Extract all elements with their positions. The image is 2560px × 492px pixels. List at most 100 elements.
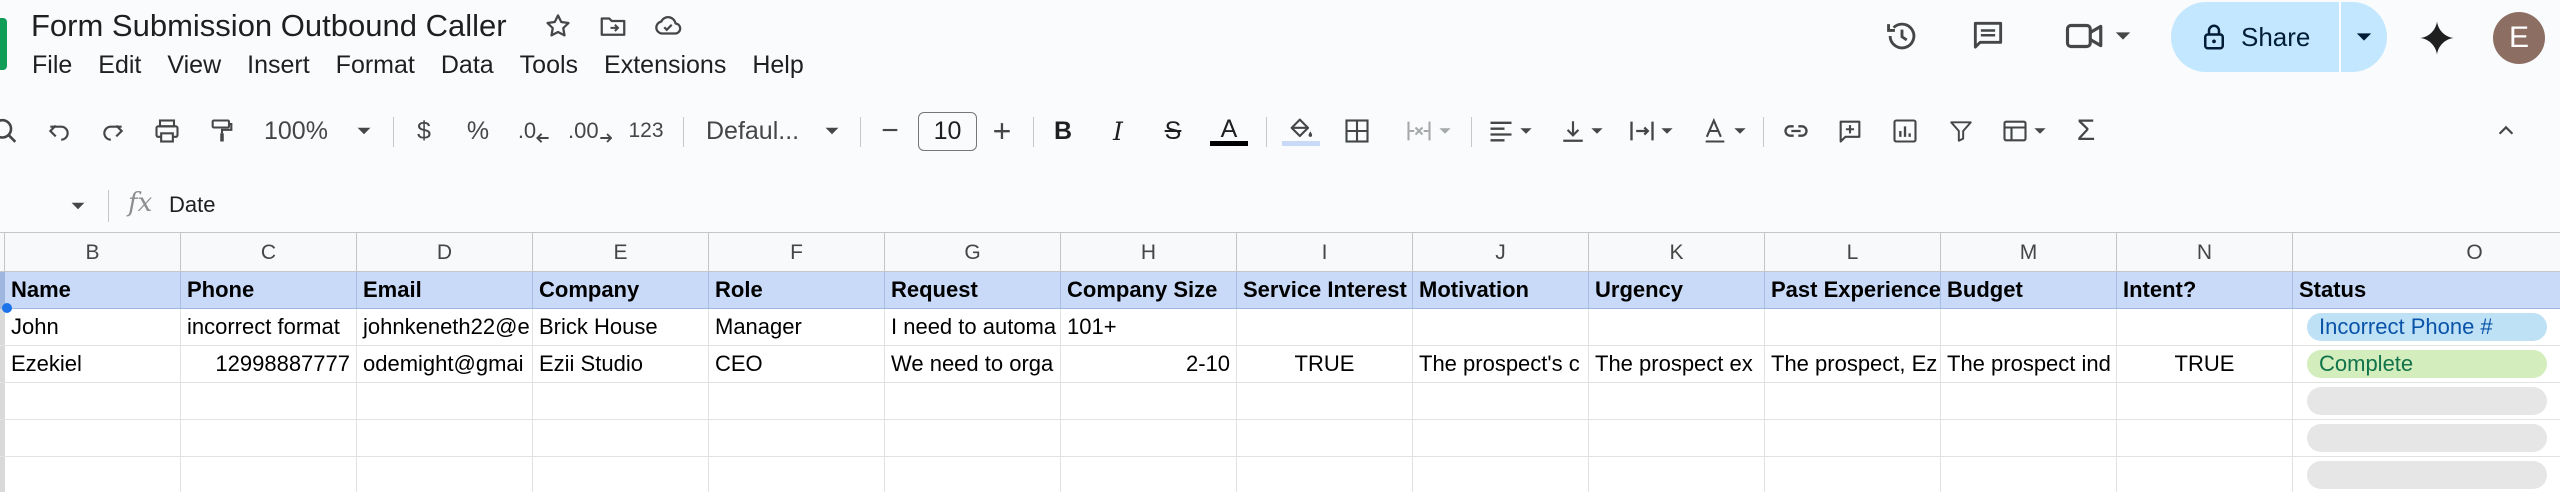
cell-urgency[interactable] bbox=[1589, 309, 1765, 345]
cell-urgency[interactable]: The prospect ex bbox=[1589, 346, 1765, 382]
text-rotation-button[interactable] bbox=[1695, 103, 1753, 159]
redo-icon[interactable] bbox=[93, 103, 133, 159]
empty-cell[interactable] bbox=[533, 457, 709, 492]
empty-cell[interactable] bbox=[1589, 457, 1765, 492]
header-cell-email[interactable]: Email bbox=[357, 272, 533, 308]
cell-phone[interactable]: incorrect format bbox=[181, 309, 357, 345]
menu-extensions[interactable]: Extensions bbox=[604, 48, 739, 82]
empty-cell[interactable] bbox=[1413, 457, 1589, 492]
text-wrapping-button[interactable] bbox=[1622, 103, 1680, 159]
column-header-n[interactable]: N bbox=[2117, 233, 2293, 272]
column-header-d[interactable]: D bbox=[357, 233, 533, 272]
header-cell-phone[interactable]: Phone bbox=[181, 272, 357, 308]
decrease-font-size-button[interactable]: − bbox=[872, 103, 908, 159]
header-cell-intent[interactable]: Intent? bbox=[2117, 272, 2293, 308]
column-header-f[interactable]: F bbox=[709, 233, 885, 272]
column-header-b[interactable]: B bbox=[5, 233, 181, 272]
selection-handle[interactable] bbox=[2, 303, 12, 313]
header-cell-past-experience[interactable]: Past Experience bbox=[1765, 272, 1941, 308]
column-header-o[interactable]: O bbox=[2293, 233, 2560, 272]
empty-cell[interactable] bbox=[1413, 383, 1589, 419]
cell-name[interactable]: Ezekiel bbox=[5, 346, 181, 382]
header-cell-motivation[interactable]: Motivation bbox=[1413, 272, 1589, 308]
status-chip-empty[interactable] bbox=[2307, 461, 2547, 489]
gemini-icon[interactable] bbox=[2415, 16, 2459, 60]
menu-view[interactable]: View bbox=[167, 48, 234, 82]
borders-icon[interactable] bbox=[1337, 103, 1377, 159]
horizontal-align-button[interactable] bbox=[1480, 103, 1540, 159]
column-header-h[interactable]: H bbox=[1061, 233, 1237, 272]
empty-cell[interactable] bbox=[1589, 420, 1765, 456]
cloud-saved-icon[interactable] bbox=[651, 9, 685, 43]
merge-cells-button[interactable] bbox=[1395, 103, 1461, 159]
empty-cell[interactable] bbox=[1061, 420, 1237, 456]
empty-cell[interactable] bbox=[1237, 383, 1413, 419]
empty-cell[interactable] bbox=[709, 457, 885, 492]
cell-email[interactable]: johnkeneth22@e bbox=[357, 309, 533, 345]
strikethrough-button[interactable]: S bbox=[1154, 103, 1192, 159]
cell-status[interactable]: Complete bbox=[2293, 346, 2560, 382]
empty-cell[interactable] bbox=[2117, 420, 2293, 456]
cell-role[interactable]: CEO bbox=[709, 346, 885, 382]
undo-icon[interactable] bbox=[39, 103, 79, 159]
more-formats-button[interactable]: 123 bbox=[624, 103, 668, 159]
empty-cell[interactable] bbox=[181, 383, 357, 419]
cell-company-size[interactable]: 101+ bbox=[1061, 309, 1237, 345]
percent-format-button[interactable]: % bbox=[458, 103, 498, 159]
filter-icon[interactable] bbox=[1941, 103, 1981, 159]
cell-motivation[interactable]: The prospect's c bbox=[1413, 346, 1589, 382]
increase-decimal-button[interactable]: .00 bbox=[568, 103, 612, 159]
font-size-input[interactable]: 10 bbox=[918, 112, 977, 151]
functions-button[interactable]: Σ bbox=[2066, 103, 2106, 159]
bold-button[interactable]: B bbox=[1044, 103, 1082, 159]
header-cell-budget[interactable]: Budget bbox=[1941, 272, 2117, 308]
menu-data[interactable]: Data bbox=[441, 48, 507, 82]
menu-help[interactable]: Help bbox=[752, 48, 816, 82]
paint-format-icon[interactable] bbox=[202, 103, 242, 159]
cell-budget[interactable]: The prospect ind bbox=[1941, 346, 2117, 382]
empty-cell[interactable] bbox=[357, 383, 533, 419]
share-dropdown[interactable] bbox=[2341, 2, 2387, 72]
search-menus-icon[interactable] bbox=[0, 103, 22, 159]
cell-past-experience[interactable] bbox=[1765, 309, 1941, 345]
cell-service-interest[interactable]: TRUE bbox=[1237, 346, 1413, 382]
column-header-k[interactable]: K bbox=[1589, 233, 1765, 272]
column-header-i[interactable]: I bbox=[1237, 233, 1413, 272]
empty-cell[interactable] bbox=[1237, 457, 1413, 492]
cell-past-experience[interactable]: The prospect, Ez bbox=[1765, 346, 1941, 382]
status-chip[interactable]: Incorrect Phone # bbox=[2307, 313, 2547, 341]
insert-comment-icon[interactable] bbox=[1830, 103, 1870, 159]
cell-motivation[interactable] bbox=[1413, 309, 1589, 345]
menu-file[interactable]: File bbox=[32, 48, 85, 82]
empty-cell[interactable] bbox=[709, 383, 885, 419]
empty-cell[interactable] bbox=[1765, 457, 1941, 492]
menu-edit[interactable]: Edit bbox=[98, 48, 154, 82]
empty-cell[interactable] bbox=[533, 383, 709, 419]
empty-cell[interactable] bbox=[181, 420, 357, 456]
empty-cell[interactable] bbox=[1061, 383, 1237, 419]
cell-company[interactable]: Brick House bbox=[533, 309, 709, 345]
header-cell-request[interactable]: Request bbox=[885, 272, 1061, 308]
move-folder-icon[interactable] bbox=[596, 9, 630, 43]
cell-request[interactable]: We need to orga bbox=[885, 346, 1061, 382]
filter-views-button[interactable] bbox=[1994, 103, 2054, 159]
header-cell-status[interactable]: Status bbox=[2293, 272, 2560, 308]
empty-cell[interactable] bbox=[357, 457, 533, 492]
zoom-select[interactable]: 100% bbox=[258, 103, 378, 159]
empty-cell[interactable] bbox=[5, 383, 181, 419]
column-header-e[interactable]: E bbox=[533, 233, 709, 272]
empty-cell[interactable] bbox=[1765, 383, 1941, 419]
cell-status[interactable] bbox=[2293, 383, 2560, 419]
status-chip[interactable]: Complete bbox=[2307, 350, 2547, 378]
cell-email[interactable]: odemight@gmai bbox=[357, 346, 533, 382]
empty-cell[interactable] bbox=[885, 420, 1061, 456]
cell-status[interactable]: Incorrect Phone # bbox=[2293, 309, 2560, 345]
cell-request[interactable]: I need to automa bbox=[885, 309, 1061, 345]
menu-format[interactable]: Format bbox=[336, 48, 428, 82]
empty-cell[interactable] bbox=[5, 457, 181, 492]
cell-status[interactable] bbox=[2293, 420, 2560, 456]
formula-input[interactable]: Date bbox=[169, 192, 215, 218]
header-cell-service-interest[interactable]: Service Interest bbox=[1237, 272, 1413, 308]
cell-budget[interactable] bbox=[1941, 309, 2117, 345]
empty-cell[interactable] bbox=[1061, 457, 1237, 492]
